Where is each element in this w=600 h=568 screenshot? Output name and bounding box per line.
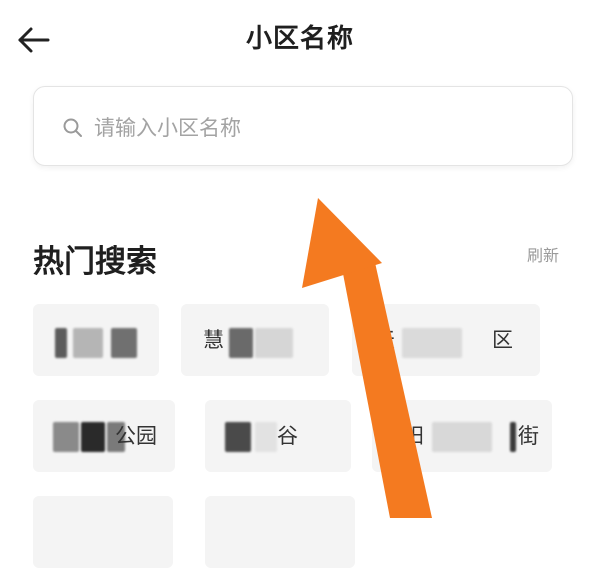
page-title: 小区名称 [245,24,354,54]
hot-search-chip[interactable] [205,496,355,568]
hot-search-chip[interactable]: 朝阳 街 [372,400,552,472]
blurred-text [402,328,462,358]
search-icon [63,118,82,137]
blurred-text [53,422,79,452]
hot-search-chip[interactable] [33,304,159,376]
hot-search-chip[interactable]: 天 区 [352,304,540,376]
hot-search-chip[interactable]: 慧 [181,304,329,376]
blurred-text [432,422,492,452]
blurred-text [255,328,293,358]
hot-search-chip[interactable]: 谷 [205,400,351,472]
blurred-text [111,328,137,358]
blurred-text [225,422,251,452]
hot-search-chip[interactable]: 公园 [33,400,175,472]
blurred-text [229,328,253,358]
blurred-text [73,328,103,358]
chip-label: 朝阳 [382,424,424,448]
top-bar: 小区名称 [0,0,600,80]
chip-label: 天 [374,328,395,352]
chip-label: 公园 [115,424,157,448]
search-input[interactable] [92,109,536,147]
refresh-button[interactable]: 刷新 [527,242,559,266]
blurred-text [81,422,105,452]
search-bar[interactable] [33,86,573,166]
blurred-text [255,422,277,452]
blurred-text [55,328,67,358]
chip-label: 区 [492,328,513,352]
chip-label: 街 [518,424,539,448]
chip-label: 慧 [203,328,224,352]
hot-search-chip[interactable] [33,496,173,568]
blurred-text [510,422,516,452]
hot-search-title: 热门搜索 [33,244,157,280]
chip-label: 谷 [277,424,298,448]
